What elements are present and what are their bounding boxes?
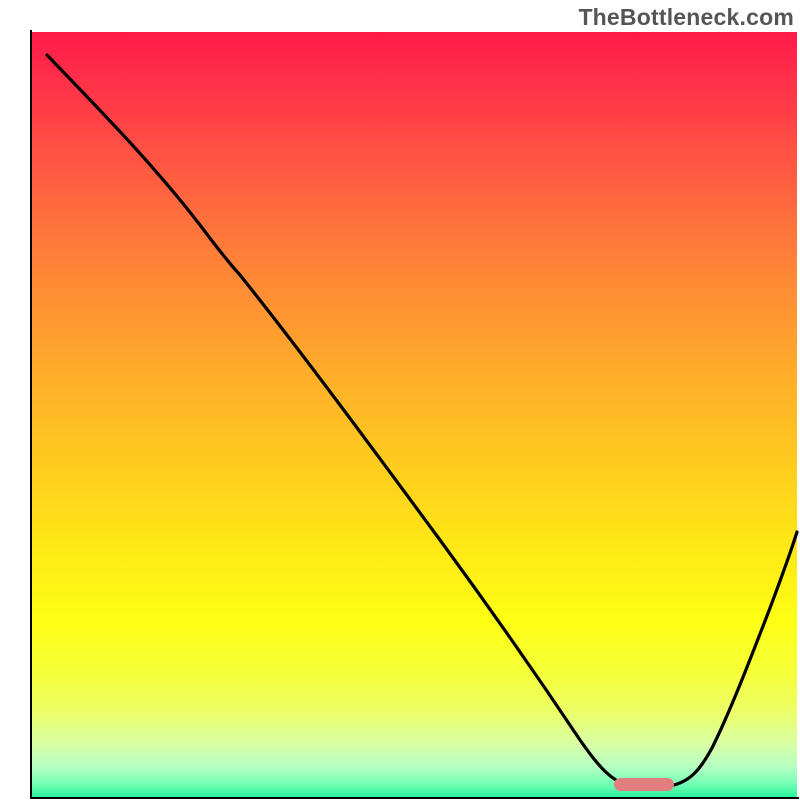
chart-canvas: TheBottleneck.com: [0, 0, 800, 800]
watermark-text: TheBottleneck.com: [578, 4, 794, 31]
optimal-range-marker: [614, 778, 674, 791]
x-axis: [30, 797, 799, 799]
plot-background: [32, 32, 797, 797]
y-axis: [30, 30, 32, 799]
